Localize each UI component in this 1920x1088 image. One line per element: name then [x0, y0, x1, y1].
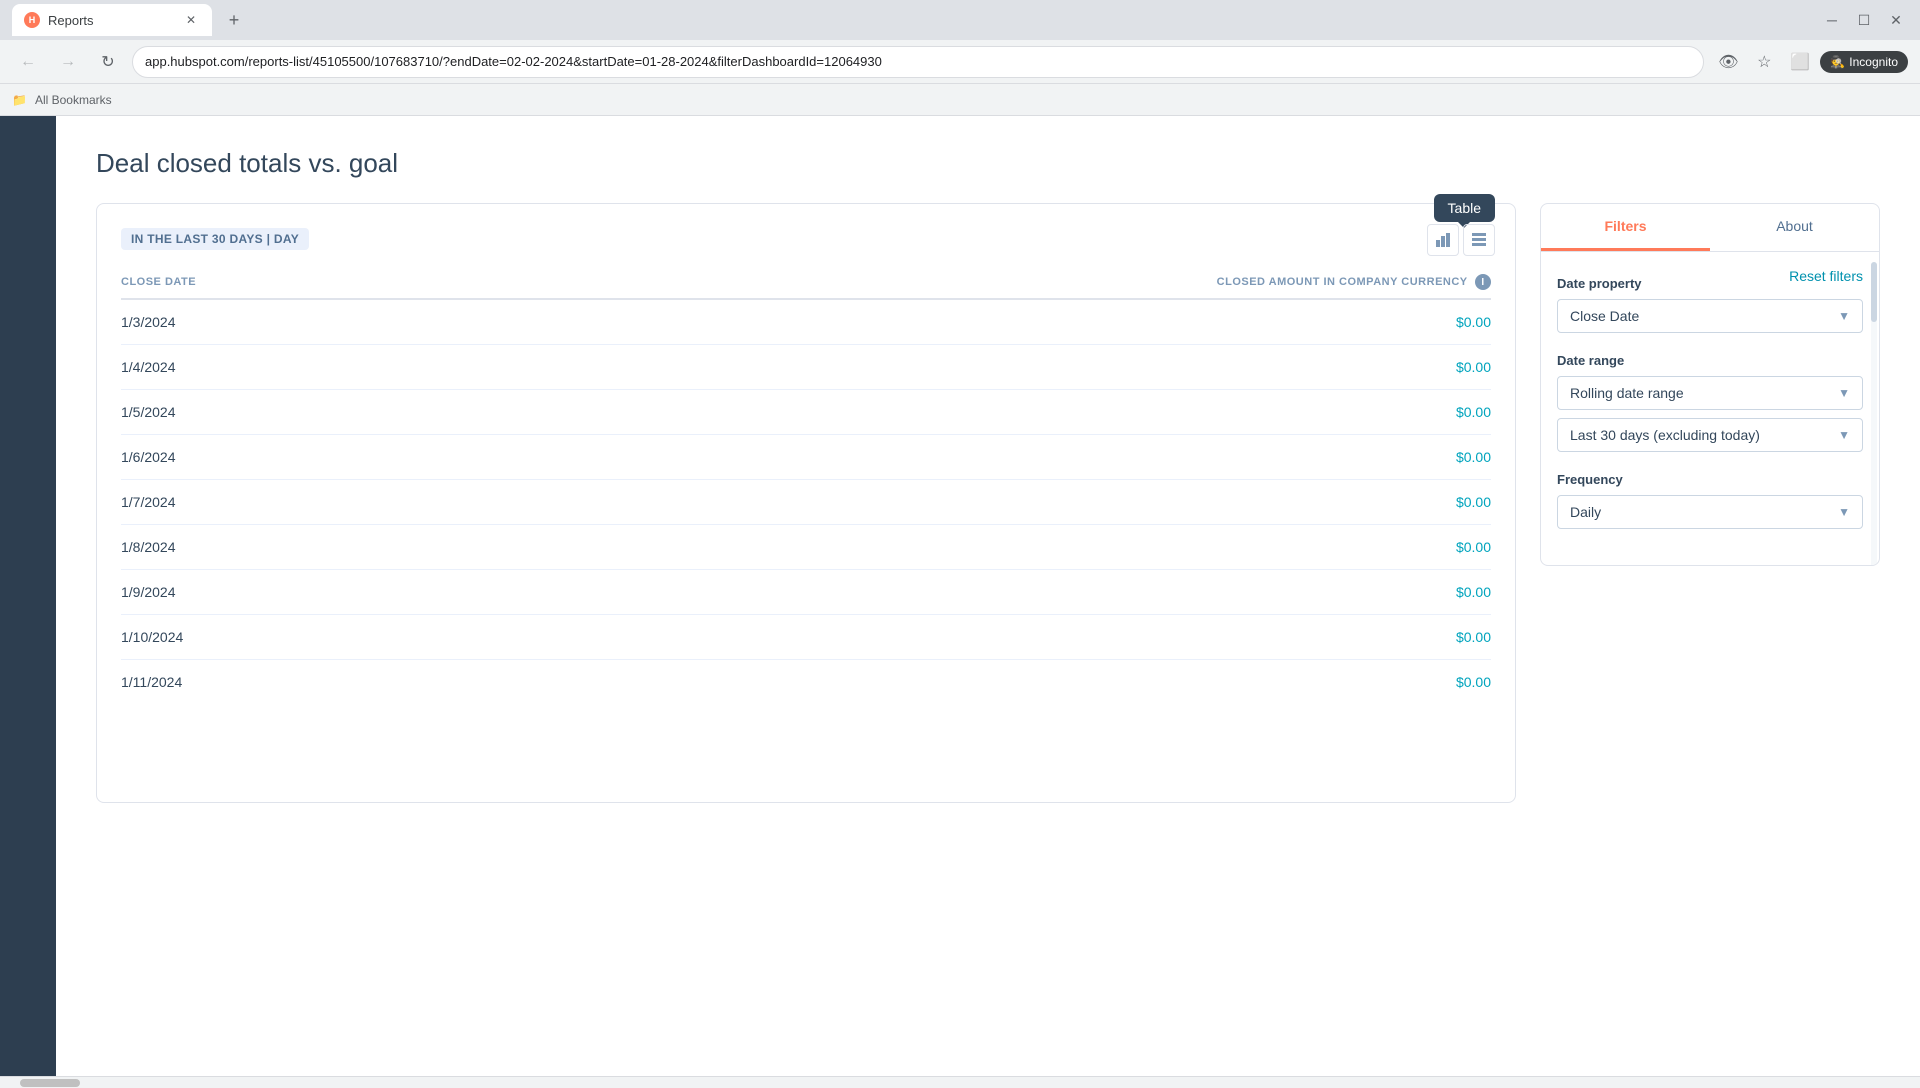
page-title: Deal closed totals vs. goal	[96, 148, 1880, 179]
browser-tab[interactable]: H Reports ✕	[12, 4, 212, 36]
row-date: 1/11/2024	[121, 660, 415, 705]
table-row: 1/6/2024 $0.00	[121, 435, 1491, 480]
tab-favicon: H	[24, 12, 40, 28]
date-property-chevron-icon: ▼	[1838, 309, 1850, 323]
row-amount: $0.00	[415, 299, 1491, 345]
incognito-icon: 🕵	[1830, 55, 1845, 69]
tab-title: Reports	[48, 13, 94, 28]
window-controls: ─ ☐ ✕	[1820, 8, 1908, 32]
date-range-sub-select[interactable]: Last 30 days (excluding today) ▼	[1557, 418, 1863, 452]
frequency-value: Daily	[1570, 504, 1601, 520]
table-row: 1/4/2024 $0.00	[121, 345, 1491, 390]
panel-tabs: Filters About	[1541, 204, 1879, 252]
date-range-chevron-icon: ▼	[1838, 386, 1850, 400]
filters-panel: Filters About Reset filters Date propert…	[1540, 203, 1880, 566]
row-amount: $0.00	[415, 525, 1491, 570]
frequency-chevron-icon: ▼	[1838, 505, 1850, 519]
table-row: 1/11/2024 $0.00	[121, 660, 1491, 705]
row-date: 1/6/2024	[121, 435, 415, 480]
table-row: 1/9/2024 $0.00	[121, 570, 1491, 615]
data-table: CLOSE DATE CLOSED AMOUNT IN COMPANY CURR…	[121, 266, 1491, 704]
table-tooltip: Table	[1434, 194, 1495, 222]
row-amount: $0.00	[415, 615, 1491, 660]
row-date: 1/7/2024	[121, 480, 415, 525]
frequency-label: Frequency	[1557, 472, 1863, 487]
row-amount: $0.00	[415, 660, 1491, 705]
reload-button[interactable]: ↻	[92, 46, 124, 78]
eye-slash-icon: 👁	[1712, 46, 1744, 78]
date-range-select[interactable]: Rolling date range ▼	[1557, 376, 1863, 410]
horizontal-scrollbar[interactable]	[0, 1076, 1920, 1088]
scrollbar-thumb[interactable]	[20, 1079, 80, 1087]
table-row: 1/8/2024 $0.00	[121, 525, 1491, 570]
frequency-select[interactable]: Daily ▼	[1557, 495, 1863, 529]
date-property-value: Close Date	[1570, 308, 1639, 324]
minimize-button[interactable]: ─	[1820, 8, 1844, 32]
report-container: Table IN THE LAST 30	[96, 203, 1880, 803]
tab-about[interactable]: About	[1710, 204, 1879, 251]
table-row: 1/3/2024 $0.00	[121, 299, 1491, 345]
row-date: 1/8/2024	[121, 525, 415, 570]
incognito-label: Incognito	[1849, 55, 1898, 69]
split-view-icon[interactable]: ⬜	[1784, 46, 1816, 78]
amount-column-header: CLOSED AMOUNT IN COMPANY CURRENCY i	[415, 266, 1491, 299]
table-view-button[interactable]	[1463, 224, 1495, 256]
view-controls	[1427, 224, 1495, 256]
date-range-value: Rolling date range	[1570, 385, 1684, 401]
panel-body: Reset filters Date property Close Date ▼…	[1541, 252, 1879, 565]
row-date: 1/10/2024	[121, 615, 415, 660]
row-date: 1/5/2024	[121, 390, 415, 435]
back-button[interactable]: ←	[12, 46, 44, 78]
date-range-sub-chevron-icon: ▼	[1838, 428, 1850, 442]
maximize-button[interactable]: ☐	[1852, 8, 1876, 32]
date-property-section: Date property Close Date ▼	[1557, 276, 1863, 333]
row-amount: $0.00	[415, 345, 1491, 390]
table-row: 1/5/2024 $0.00	[121, 390, 1491, 435]
close-window-button[interactable]: ✕	[1884, 8, 1908, 32]
date-range-badge: IN THE LAST 30 DAYS | DAY	[121, 228, 309, 250]
row-date: 1/3/2024	[121, 299, 415, 345]
tab-filters[interactable]: Filters	[1541, 204, 1710, 251]
table-row: 1/10/2024 $0.00	[121, 615, 1491, 660]
panel-scrollbar[interactable]	[1871, 252, 1877, 565]
address-bar[interactable]: app.hubspot.com/reports-list/45105500/10…	[132, 46, 1704, 78]
new-tab-button[interactable]: +	[220, 6, 248, 34]
close-date-column-header: CLOSE DATE	[121, 266, 415, 299]
table-panel: Table IN THE LAST 30	[96, 203, 1516, 803]
row-amount: $0.00	[415, 480, 1491, 525]
chart-view-button[interactable]	[1427, 224, 1459, 256]
date-property-select[interactable]: Close Date ▼	[1557, 299, 1863, 333]
row-amount: $0.00	[415, 390, 1491, 435]
reset-filters-button[interactable]: Reset filters	[1789, 268, 1863, 284]
forward-button[interactable]: →	[52, 46, 84, 78]
frequency-section: Frequency Daily ▼	[1557, 472, 1863, 529]
date-range-label: Date range	[1557, 353, 1863, 368]
amount-info-icon[interactable]: i	[1475, 274, 1491, 290]
side-navigation	[0, 116, 56, 1076]
row-date: 1/9/2024	[121, 570, 415, 615]
row-date: 1/4/2024	[121, 345, 415, 390]
table-row: 1/7/2024 $0.00	[121, 480, 1491, 525]
bookmarks-icon: 📁	[12, 93, 27, 107]
tab-close-button[interactable]: ✕	[182, 11, 200, 29]
date-range-sub-value: Last 30 days (excluding today)	[1570, 427, 1760, 443]
url-text: app.hubspot.com/reports-list/45105500/10…	[145, 54, 882, 69]
row-amount: $0.00	[415, 435, 1491, 480]
incognito-badge: 🕵 Incognito	[1820, 51, 1908, 73]
bookmarks-label: All Bookmarks	[35, 93, 112, 107]
row-amount: $0.00	[415, 570, 1491, 615]
bookmark-icon[interactable]: ☆	[1748, 46, 1780, 78]
date-range-section: Date range Rolling date range ▼ Last 30 …	[1557, 353, 1863, 452]
